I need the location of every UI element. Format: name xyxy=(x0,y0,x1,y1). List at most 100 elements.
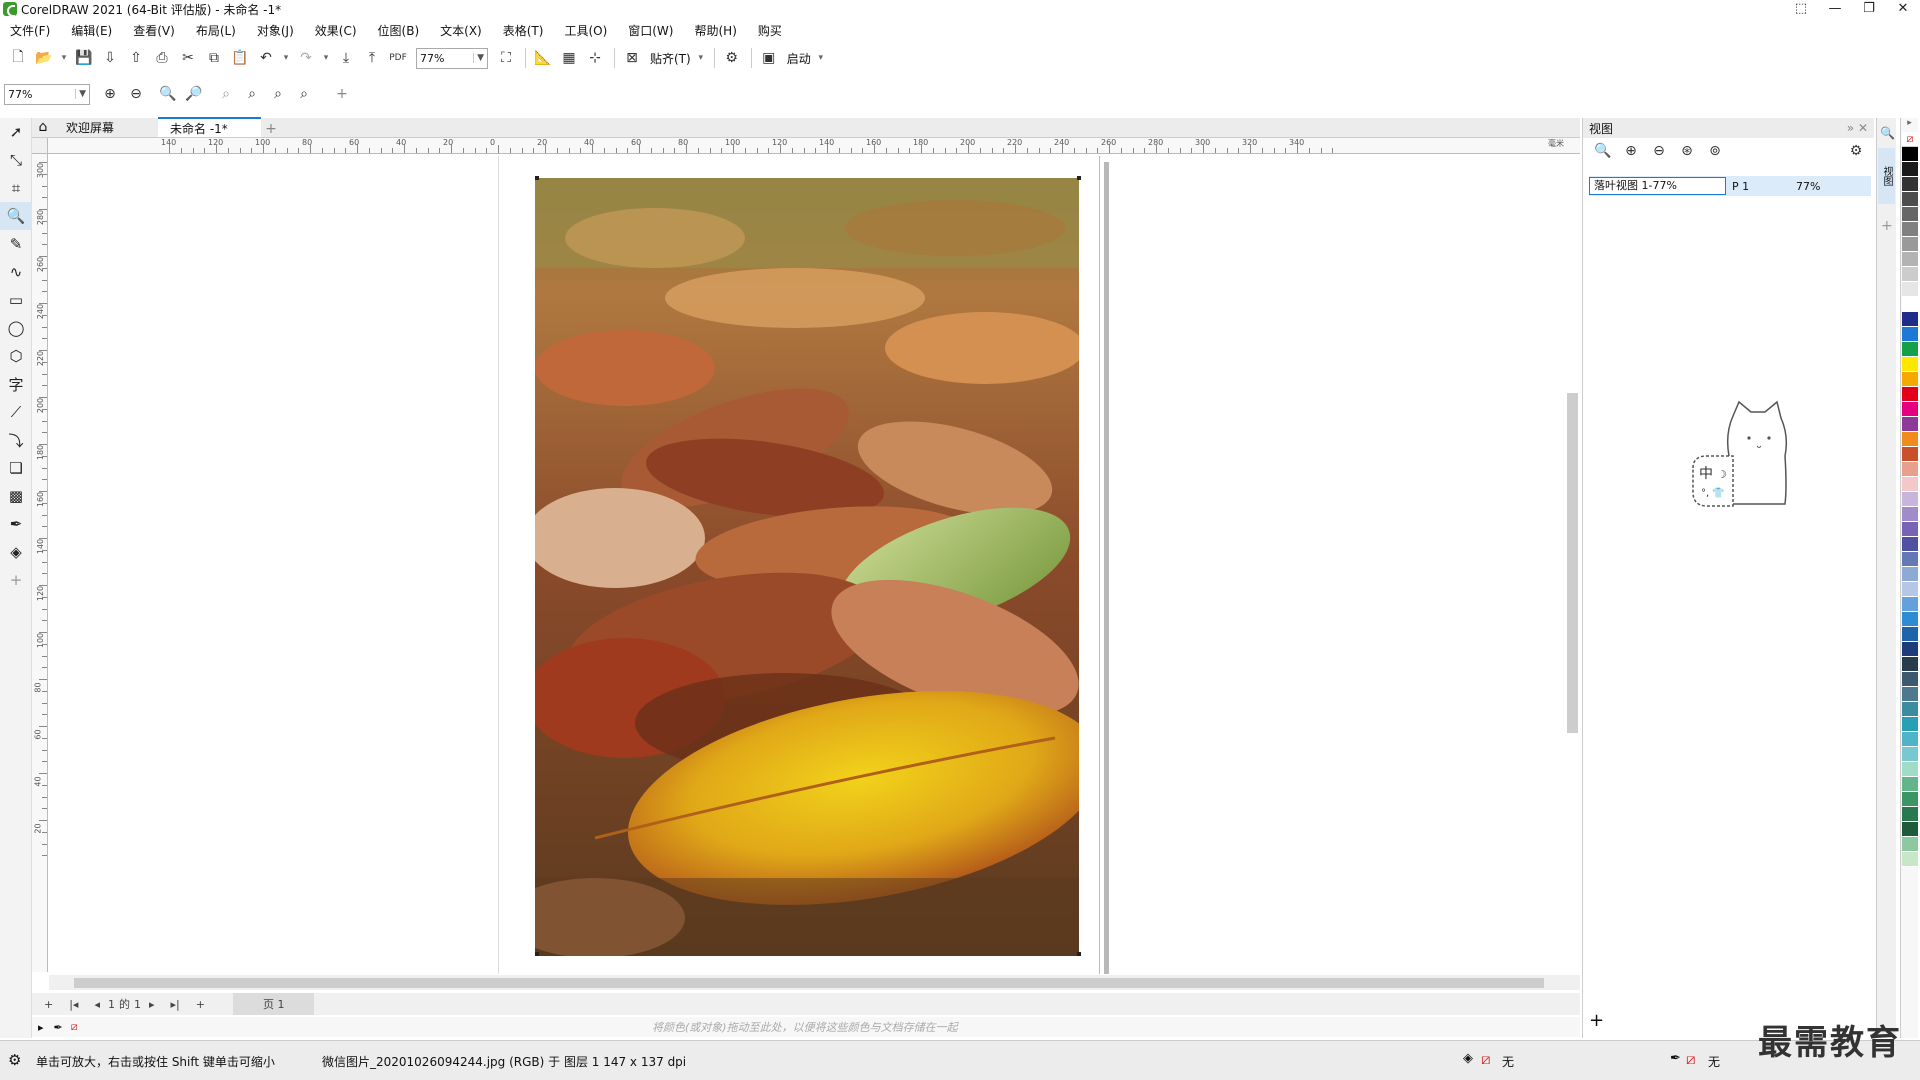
home-icon[interactable]: ⌂ xyxy=(32,117,54,137)
menu-layout[interactable]: 布局(L) xyxy=(196,22,236,39)
color-swatch[interactable] xyxy=(1902,672,1918,687)
color-swatch[interactable] xyxy=(1902,192,1918,207)
close-button[interactable]: ✕ xyxy=(1886,0,1920,18)
color-swatch[interactable] xyxy=(1902,297,1918,312)
menu-object[interactable]: 对象(J) xyxy=(257,22,294,39)
add-tool-plus-icon[interactable]: + xyxy=(0,566,32,594)
color-swatch[interactable] xyxy=(1902,822,1918,837)
pick-tool-icon[interactable]: ➚ xyxy=(0,118,32,146)
color-swatch[interactable] xyxy=(1902,522,1918,537)
alignment-guides-icon[interactable]: ⊠ xyxy=(620,47,644,69)
menu-text[interactable]: 文本(X) xyxy=(440,22,482,39)
redo-icon[interactable]: ↷ xyxy=(294,47,318,69)
color-swatch[interactable] xyxy=(1902,372,1918,387)
color-swatch[interactable] xyxy=(1902,642,1918,657)
eyedropper-tool-icon[interactable]: ✒ xyxy=(0,510,32,538)
menu-window[interactable]: 窗口(W) xyxy=(628,22,673,39)
paste-icon[interactable]: 📋 xyxy=(228,47,252,69)
export-icon[interactable]: ⤒ xyxy=(360,47,384,69)
color-swatch[interactable] xyxy=(1902,732,1918,747)
shape-tool-icon[interactable]: ⤡ xyxy=(0,146,32,174)
zoom-to-all-objects-icon[interactable]: ⊚ xyxy=(1701,143,1729,159)
color-swatch[interactable]: ⧄ xyxy=(1902,132,1918,147)
palette-expand-icon[interactable]: ▸ xyxy=(38,1021,44,1034)
zoom-levels-combo[interactable]: 77% ▼ xyxy=(4,83,90,105)
color-swatch[interactable] xyxy=(1902,387,1918,402)
connector-tool-icon[interactable]: ⤵ xyxy=(0,426,32,454)
color-swatch[interactable] xyxy=(1902,237,1918,252)
rectangle-tool-icon[interactable]: ▭ xyxy=(0,286,32,314)
selection-handle[interactable] xyxy=(1077,176,1081,180)
show-grid-icon[interactable]: ▦ xyxy=(557,47,581,69)
zoom-out-icon[interactable]: ⊖ xyxy=(1645,143,1673,159)
color-swatch[interactable] xyxy=(1902,492,1918,507)
transparency-tool-icon[interactable]: ▩ xyxy=(0,482,32,510)
color-swatch[interactable] xyxy=(1902,687,1918,702)
launch-icon[interactable]: ▣ xyxy=(757,47,781,69)
docker-search-icon[interactable]: 🔍 xyxy=(1880,126,1895,140)
color-swatch[interactable] xyxy=(1902,147,1918,162)
color-swatch[interactable] xyxy=(1902,657,1918,672)
selection-handle[interactable] xyxy=(1077,952,1081,956)
color-swatch[interactable] xyxy=(1902,777,1918,792)
menu-bitmaps[interactable]: 位图(B) xyxy=(378,22,420,39)
new-document-icon[interactable]: 🗋 xyxy=(6,47,30,69)
vertical-ruler[interactable]: 300 280 260 240 220 200 180 160 140 120 100 80 60 40 2… xyxy=(32,154,48,972)
color-swatch[interactable] xyxy=(1902,627,1918,642)
menu-file[interactable]: 文件(F) xyxy=(10,22,50,39)
color-swatch[interactable] xyxy=(1902,762,1918,777)
color-swatch[interactable] xyxy=(1902,612,1918,627)
fill-bucket-icon[interactable]: ◈ xyxy=(1463,1051,1473,1066)
color-swatch[interactable] xyxy=(1902,327,1918,342)
color-swatch[interactable] xyxy=(1902,477,1918,492)
cut-icon[interactable]: ✂ xyxy=(176,47,200,69)
previous-page-icon[interactable]: ◂ xyxy=(94,998,100,1011)
color-swatch[interactable] xyxy=(1902,462,1918,477)
new-tab-plus-icon[interactable]: + xyxy=(261,121,281,137)
docker-collapse-close-icon[interactable]: » ✕ xyxy=(1847,121,1868,135)
copy-icon[interactable]: ⧉ xyxy=(202,47,226,69)
options-gear-icon[interactable]: ⚙ xyxy=(720,47,744,69)
show-guidelines-icon[interactable]: ⊹ xyxy=(583,47,607,69)
zoom-to-all-objects-icon[interactable]: 🔎 xyxy=(182,83,206,105)
text-tool-icon[interactable]: 字 xyxy=(0,370,32,398)
maximize-button[interactable]: ❐ xyxy=(1852,0,1886,18)
color-swatch[interactable] xyxy=(1902,537,1918,552)
color-swatch[interactable] xyxy=(1902,837,1918,852)
color-swatch[interactable] xyxy=(1902,402,1918,417)
color-swatch[interactable] xyxy=(1902,267,1918,282)
zoom-to-selected-icon[interactable]: 🔍 xyxy=(156,83,180,105)
tab-document[interactable]: 未命名 -1* xyxy=(158,117,261,137)
color-swatch[interactable] xyxy=(1902,162,1918,177)
full-screen-preview-icon[interactable]: ⛶ xyxy=(494,47,518,69)
publish-pdf-icon[interactable]: PDF xyxy=(386,47,410,69)
first-page-icon[interactable]: |◂ xyxy=(69,998,78,1011)
show-rulers-icon[interactable]: 📐 xyxy=(531,47,555,69)
color-swatch[interactable] xyxy=(1902,432,1918,447)
redo-dropdown-icon[interactable]: ▾ xyxy=(320,47,332,69)
color-swatch[interactable] xyxy=(1902,567,1918,582)
selection-handle[interactable] xyxy=(535,952,539,956)
menu-buy[interactable]: 购买 xyxy=(758,22,782,39)
color-swatch[interactable] xyxy=(1902,207,1918,222)
crop-tool-icon[interactable]: ⌗ xyxy=(0,174,32,202)
menu-help[interactable]: 帮助(H) xyxy=(694,22,736,39)
drop-shadow-tool-icon[interactable]: ❏ xyxy=(0,454,32,482)
add-page-before-icon[interactable]: + xyxy=(44,998,53,1011)
status-settings-gear-icon[interactable]: ⚙ xyxy=(8,1051,21,1069)
cloud-download-icon[interactable]: ⇩ xyxy=(98,47,122,69)
docker-options-gear-icon[interactable]: ⚙ xyxy=(1842,143,1870,159)
open-folder-icon[interactable]: 📂 xyxy=(32,47,56,69)
new-view-plus-icon[interactable]: + xyxy=(1589,1010,1604,1031)
launch-button[interactable]: 启动 xyxy=(787,50,811,67)
color-swatch[interactable] xyxy=(1902,282,1918,297)
color-swatch[interactable] xyxy=(1902,447,1918,462)
freehand-tool-icon[interactable]: ✎ xyxy=(0,230,32,258)
color-swatch[interactable] xyxy=(1902,357,1918,372)
menu-table[interactable]: 表格(T) xyxy=(503,22,544,39)
zoom-tool-icon[interactable]: 🔍 xyxy=(0,202,32,230)
horizontal-ruler[interactable]: 140 120 100 80 60 40 20 0 20 40 60 80 100 120 140 160 18… xyxy=(48,138,1580,154)
add-docker-plus-icon[interactable]: + xyxy=(1881,218,1893,234)
color-swatch[interactable] xyxy=(1902,552,1918,567)
docker-tab-view[interactable]: 视图 xyxy=(1878,148,1895,204)
